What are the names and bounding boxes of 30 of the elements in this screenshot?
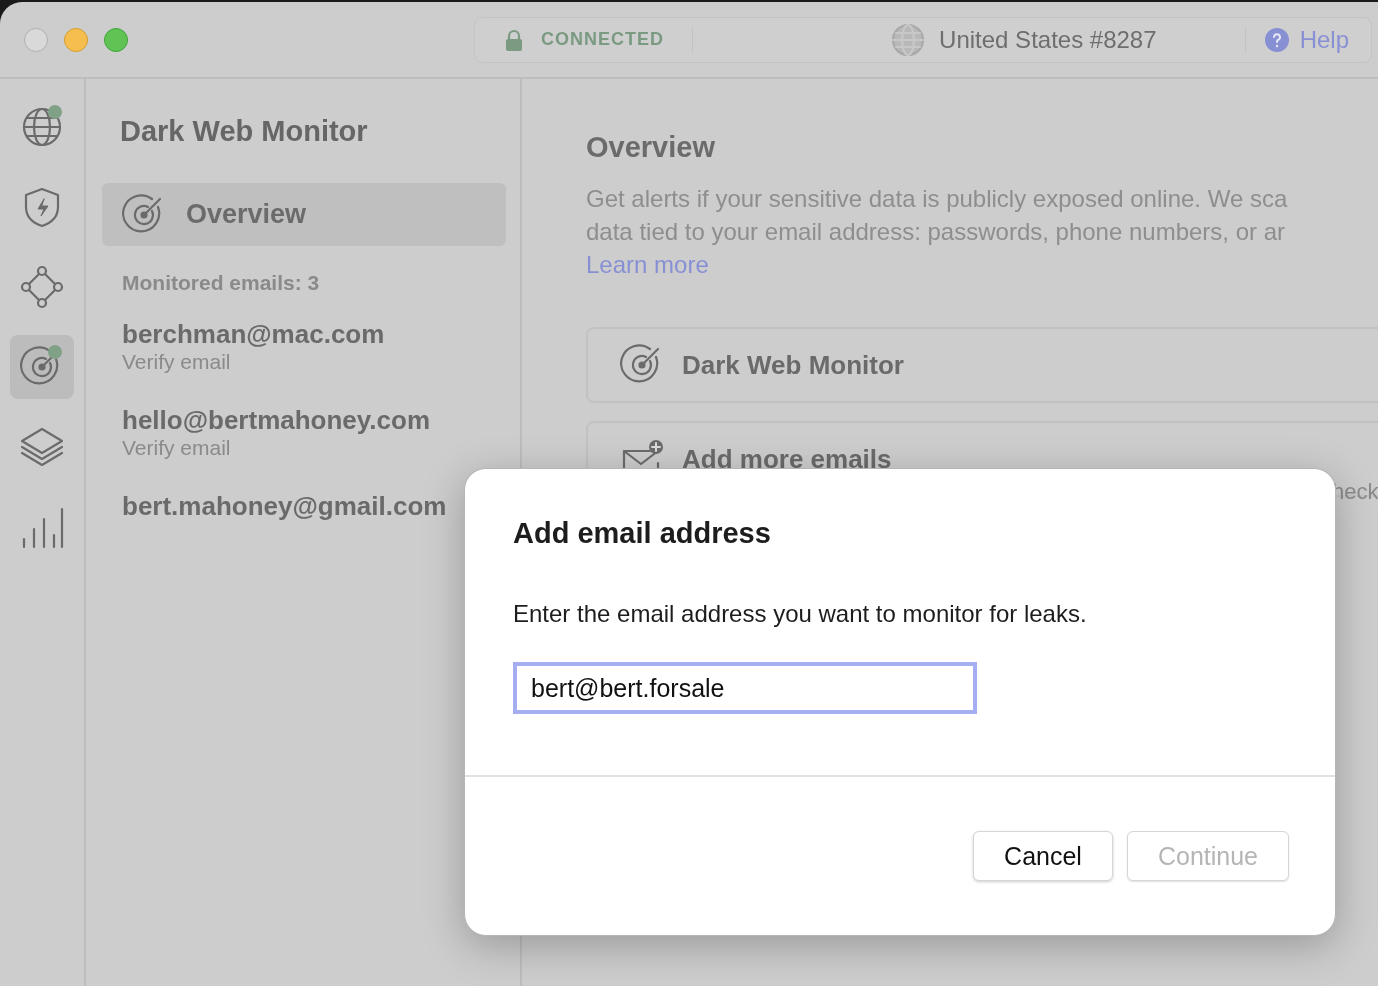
dialog-message: Enter the email address you want to monitor for leaks.	[513, 600, 1088, 628]
email-input-field[interactable]: bert@bert.forsale	[513, 662, 977, 714]
zoom-window-button[interactable]	[104, 27, 128, 52]
email-count: Monitored emails: 3	[121, 270, 321, 296]
card-title: Add more emails	[682, 443, 892, 475]
description-text: data tied to your email address: passwords, phone numbers, or ar	[586, 217, 1287, 247]
verify-status: Verify email	[122, 435, 232, 461]
email-address[interactable]: berchman@mac.com	[122, 319, 506, 349]
globe-icon	[20, 105, 64, 149]
help-icon	[1263, 26, 1290, 53]
sidebar-item[interactable]: Overview	[102, 183, 506, 246]
layers-icon	[20, 425, 64, 469]
nav-button[interactable]	[10, 335, 74, 399]
dialog-button[interactable]: Cancel	[973, 831, 1113, 881]
nodes-icon	[20, 265, 64, 309]
description-text: Get alerts if your sensitive data is publicly exposed online. We sca	[586, 184, 1289, 214]
card-title: Dark Web Monitor	[682, 349, 904, 381]
learn-more-link[interactable]: Learn more	[586, 248, 709, 281]
verify-status: Verify email	[122, 349, 232, 375]
dialog-title: Add email address	[513, 517, 772, 550]
bar-chart-icon	[20, 505, 64, 549]
lock-icon	[505, 28, 523, 51]
section-title: Overview	[586, 131, 716, 164]
sidebar-title: Dark Web Monitor	[119, 114, 369, 149]
feature-card[interactable]: Dark Web Monitor	[586, 327, 1378, 403]
connection-status: CONNECTED	[541, 29, 664, 50]
globe-icon	[891, 22, 926, 57]
help-link[interactable]: Help	[1299, 25, 1349, 54]
email-address[interactable]: hello@bertmahoney.com	[122, 405, 506, 435]
server-name[interactable]: United States #8287	[939, 25, 1157, 54]
